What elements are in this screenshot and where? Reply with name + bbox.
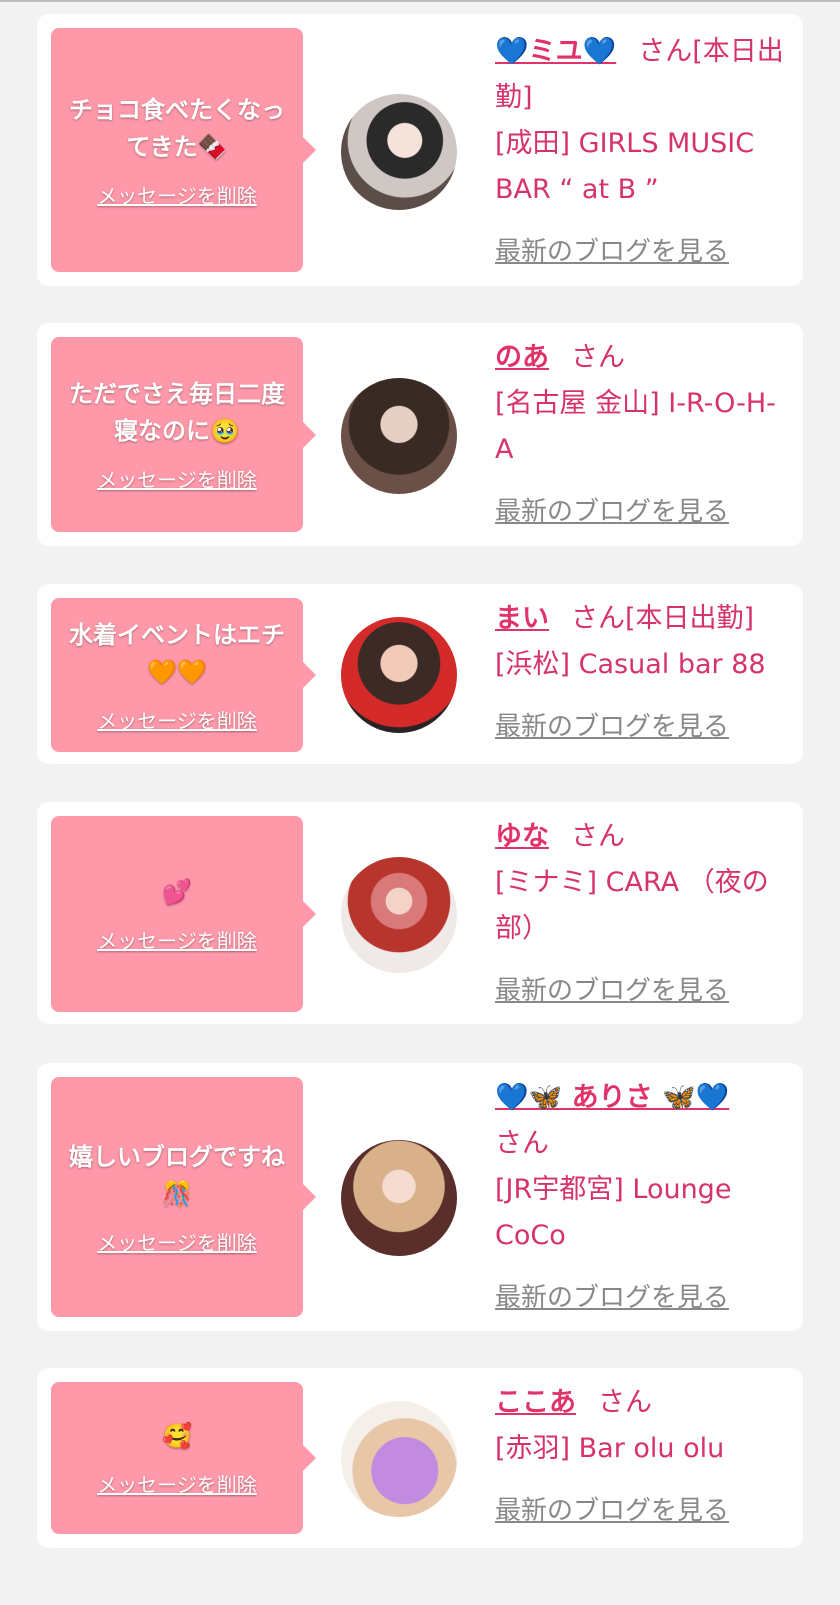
delete-message-link[interactable]: メッセージを削除 [97, 464, 257, 493]
latest-blog-link[interactable]: 最新のブログを見る [495, 704, 791, 750]
shop-name: [浜松] Casual bar 88 [495, 649, 766, 680]
shop-name: [成田] GIRLS MUSIC BAR “ at B ” [495, 128, 755, 205]
cast-name-link[interactable]: のあ [495, 342, 549, 373]
message-card: チョコ食べたくなってきた🍫 メッセージを削除 💙ミユ💙 さん[本日出勤] [成田]… [37, 14, 803, 286]
message-card: ただでさえ毎日二度寝なのに🥹 メッセージを削除 のあ さん [名古屋 金山] I-… [37, 323, 803, 546]
shop-name: [ミナミ] CARA （夜の部） [495, 867, 769, 944]
avatar[interactable] [341, 94, 457, 210]
message-card: 💕 メッセージを削除 ゆな さん [ミナミ] CARA （夜の部） 最新のブログを… [37, 802, 803, 1024]
cast-name-link[interactable]: 💙🦋 ありさ 🦋💙 [495, 1082, 729, 1113]
shop-name: [名古屋 金山] I-R-O-H-A [495, 388, 776, 465]
attendance-status: [本日出勤] [625, 603, 755, 634]
latest-blog-link[interactable]: 最新のブログを見る [495, 229, 791, 275]
honorific: さん [598, 1387, 652, 1418]
honorific: さん [571, 342, 625, 373]
message-card: 水着イベントはエチ🧡🧡 メッセージを削除 まい さん[本日出勤] [浜松] Cas… [37, 584, 803, 764]
message-text: 嬉しいブログですね🎊 [69, 1142, 285, 1208]
latest-blog-link[interactable]: 最新のブログを見る [495, 968, 791, 1014]
message-bubble: チョコ食べたくなってきた🍫 メッセージを削除 [51, 28, 316, 272]
message-bubble: 💕 メッセージを削除 [51, 816, 316, 1012]
top-divider [0, 0, 840, 2]
message-bubble: 🥰 メッセージを削除 [51, 1382, 316, 1534]
message-bubble: ただでさえ毎日二度寝なのに🥹 メッセージを削除 [51, 337, 316, 532]
cast-name-link[interactable]: ここあ [495, 1387, 576, 1418]
latest-blog-link[interactable]: 最新のブログを見る [495, 1275, 791, 1321]
delete-message-link[interactable]: メッセージを削除 [97, 1227, 257, 1256]
cast-name-link[interactable]: まい [495, 603, 549, 634]
avatar[interactable] [341, 1401, 457, 1517]
message-card: 嬉しいブログですね🎊 メッセージを削除 💙🦋 ありさ 🦋💙 さん [JR宇都宮]… [37, 1063, 803, 1331]
avatar[interactable] [341, 378, 457, 494]
message-text: ただでさえ毎日二度寝なのに🥹 [69, 380, 285, 445]
message-bubble: 嬉しいブログですね🎊 メッセージを削除 [51, 1077, 316, 1317]
avatar[interactable] [341, 1140, 457, 1256]
honorific: さん [638, 36, 693, 67]
latest-blog-link[interactable]: 最新のブログを見る [495, 1488, 791, 1534]
honorific: さん [571, 821, 625, 852]
delete-message-link[interactable]: メッセージを削除 [97, 180, 257, 209]
honorific: さん [495, 1128, 549, 1159]
message-text: 🥰 [162, 1422, 192, 1450]
delete-message-link[interactable]: メッセージを削除 [97, 705, 257, 734]
message-card: 🥰 メッセージを削除 ここあ さん [赤羽] Bar olu olu 最新のブログ… [37, 1368, 803, 1548]
message-bubble: 水着イベントはエチ🧡🧡 メッセージを削除 [51, 598, 316, 752]
shop-name: [赤羽] Bar olu olu [495, 1433, 725, 1464]
message-text: 水着イベントはエチ🧡🧡 [69, 620, 285, 686]
cast-name-link[interactable]: ゆな [495, 821, 549, 852]
avatar[interactable] [341, 617, 457, 733]
delete-message-link[interactable]: メッセージを削除 [97, 1469, 257, 1498]
delete-message-link[interactable]: メッセージを削除 [97, 925, 257, 954]
message-text: 💕 [162, 878, 192, 906]
message-text: チョコ食べたくなってきた🍫 [69, 95, 285, 161]
latest-blog-link[interactable]: 最新のブログを見る [495, 489, 791, 535]
avatar[interactable] [341, 857, 457, 973]
honorific: さん [571, 603, 625, 634]
shop-name: [JR宇都宮] Lounge CoCo [495, 1174, 732, 1251]
cast-name-link[interactable]: 💙ミユ💙 [495, 36, 616, 67]
